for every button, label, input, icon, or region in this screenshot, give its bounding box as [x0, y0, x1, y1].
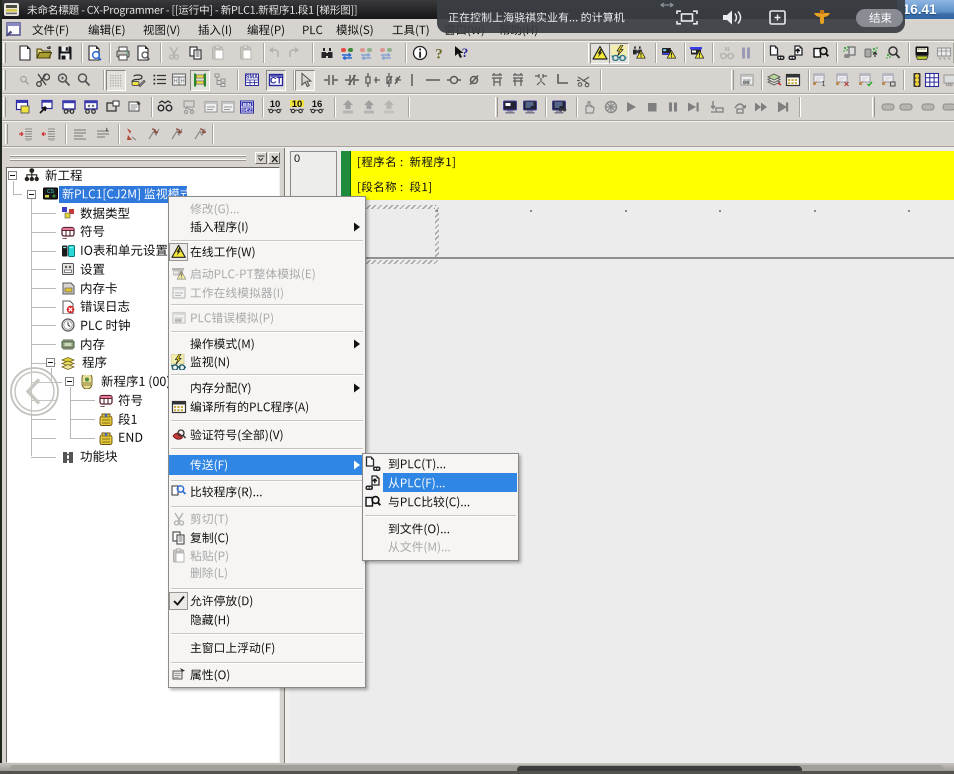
- svg-text:CS: CS: [47, 189, 55, 195]
- svg-text:SMA: SMA: [246, 75, 258, 81]
- svg-text:DEZ: DEZ: [242, 108, 252, 114]
- svg-text:10: 10: [292, 99, 303, 110]
- svg-text:CT: CT: [270, 76, 282, 86]
- svg-text:?: ?: [435, 47, 443, 62]
- svg-text:BIN: BIN: [243, 102, 252, 108]
- svg-text:16: 16: [312, 99, 323, 110]
- svg-text:1: 1: [822, 81, 826, 88]
- svg-text:?: ?: [462, 45, 469, 60]
- svg-text:10: 10: [270, 99, 281, 110]
- svg-text:H: H: [180, 79, 184, 85]
- svg-text:H: H: [173, 79, 177, 85]
